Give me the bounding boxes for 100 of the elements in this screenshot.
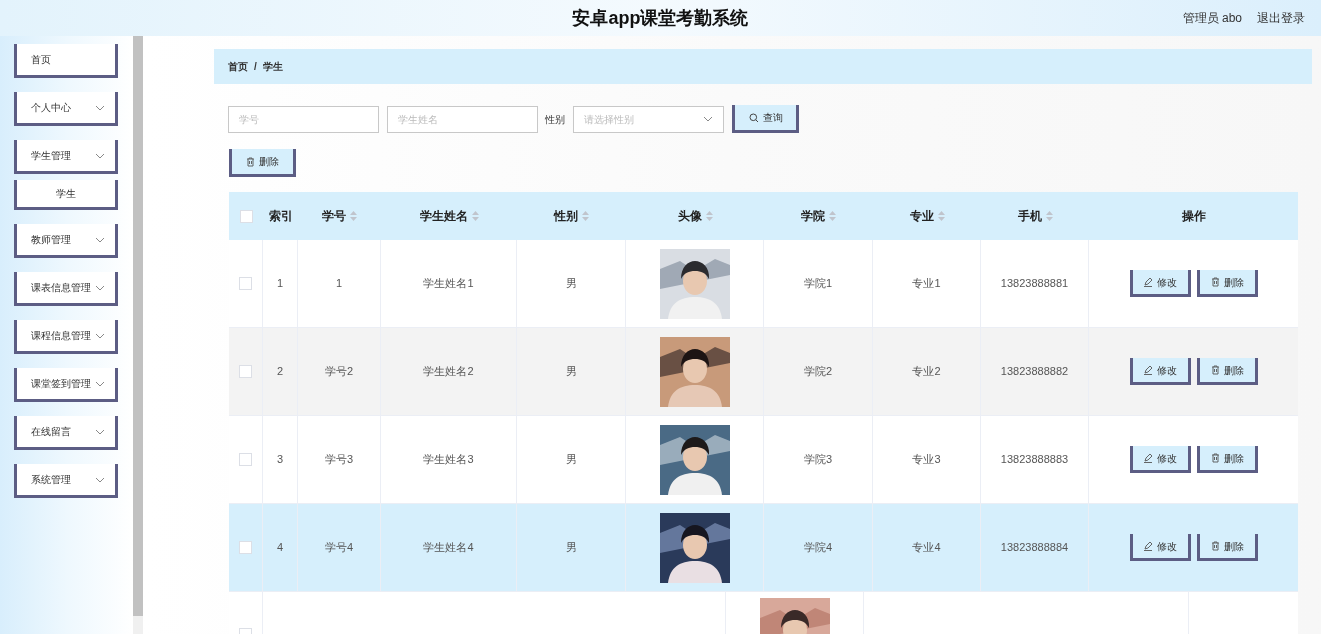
edit-button[interactable]: 修改	[1129, 446, 1191, 473]
column-header[interactable]: 专业	[909, 208, 945, 224]
checkbox[interactable]	[239, 453, 252, 466]
menu-item[interactable]: 课堂签到管理	[14, 368, 118, 402]
table-cell-text: 学生姓名4	[423, 540, 474, 556]
table-cell-text: 学院1	[803, 276, 833, 292]
sort-icon[interactable]	[582, 211, 589, 221]
scrollbar-thumb[interactable]	[133, 36, 143, 616]
chevron-down-icon	[95, 380, 105, 387]
table-cell-text: 13823888881	[1000, 276, 1069, 292]
trash-icon	[1210, 277, 1220, 287]
table-cell-text: 1	[276, 276, 284, 292]
student-id-field[interactable]: 学号	[228, 105, 379, 133]
column-header[interactable]: 手机	[1017, 208, 1053, 224]
pencil-icon	[1143, 365, 1153, 375]
sort-icon[interactable]	[829, 211, 836, 221]
chevron-down-icon	[703, 116, 713, 122]
table-cell-text: 专业1	[912, 276, 941, 292]
pencil-icon	[1143, 277, 1153, 287]
edit-button[interactable]: 修改	[1129, 358, 1191, 385]
menu-item[interactable]: 首页	[14, 44, 118, 78]
table-cell-text: 专业2	[912, 364, 941, 380]
sort-icon[interactable]	[937, 211, 945, 221]
menu-item[interactable]: 教师管理	[14, 224, 118, 258]
table-cell-text: 3	[276, 452, 284, 468]
delete-button[interactable]: 删除	[1196, 446, 1258, 473]
column-header: 索引	[268, 208, 293, 224]
table-row[interactable]: 1 1 学生姓名1 男 学院1 专业1 13823888881 修改 删除	[229, 240, 1298, 328]
delete-button[interactable]: 删除	[1196, 358, 1258, 385]
table-row[interactable]: 2 学号2 学生姓名2 男 学院2 专业2 13823888882 修改 删除	[229, 328, 1298, 416]
table-cell-text: 学院3	[803, 452, 833, 468]
delete-button[interactable]: 删除	[1196, 534, 1258, 561]
chevron-down-icon	[95, 236, 105, 243]
student-name-field[interactable]: 学生姓名	[387, 105, 538, 133]
pencil-icon	[1143, 541, 1153, 551]
table-cell-text: 13823888882	[1000, 364, 1069, 380]
table-cell-text: 学院4	[803, 540, 833, 556]
checkbox[interactable]	[239, 277, 252, 290]
logout-link[interactable]: 退出登录	[1257, 9, 1305, 27]
sort-icon[interactable]	[350, 211, 357, 221]
column-header: 操作	[1181, 208, 1206, 224]
chevron-down-icon	[95, 476, 105, 483]
chevron-down-icon	[95, 332, 105, 339]
menu-item[interactable]: 课程信息管理	[14, 320, 118, 354]
column-header[interactable]: 学号	[322, 208, 357, 224]
column-header[interactable]: 学院	[801, 208, 836, 224]
table-row[interactable]: 4 学号4 学生姓名4 男 学院4 专业4 13823888884 修改 删除	[229, 504, 1298, 592]
table-cell-text: 学生姓名2	[423, 364, 474, 380]
table-cell-text: 男	[565, 364, 577, 380]
menu-item[interactable]: 个人中心	[14, 92, 118, 126]
trash-icon	[1210, 453, 1220, 463]
table-cell-text: 专业4	[912, 540, 941, 556]
pencil-icon	[1143, 453, 1153, 463]
chevron-down-icon	[95, 428, 105, 435]
table-row[interactable]: 3 学号3 学生姓名3 男 学院3 专业3 13823888883 修改 删除	[229, 416, 1298, 504]
app-title: 安卓app课堂考勤系统	[572, 6, 749, 30]
trash-icon	[1210, 365, 1220, 375]
breadcrumb-separator: /	[254, 60, 257, 74]
column-header[interactable]: 性别	[554, 208, 589, 224]
table-cell-text: 学院2	[803, 364, 833, 380]
column-header[interactable]: 头像	[677, 208, 713, 224]
breadcrumb-item[interactable]: 首页	[228, 59, 248, 74]
table-cell-text: 学号4	[324, 540, 354, 556]
checkbox[interactable]	[239, 209, 253, 223]
table-cell-text: 4	[276, 540, 284, 556]
table-cell-text: 1	[335, 276, 343, 292]
delete-button[interactable]: 删除	[1196, 270, 1258, 297]
chevron-down-icon	[95, 152, 105, 159]
menu-item[interactable]: 学生管理	[14, 140, 118, 174]
table-cell-text: 学号2	[324, 364, 354, 380]
trash-icon	[1210, 541, 1220, 551]
column-header[interactable]: 学生姓名	[419, 208, 479, 224]
sort-icon[interactable]	[471, 211, 479, 221]
checkbox[interactable]	[239, 365, 252, 378]
table-cell-text: 男	[565, 540, 577, 556]
sort-icon[interactable]	[1045, 211, 1053, 221]
table-cell-text: 学生姓名1	[423, 276, 474, 292]
checkbox[interactable]	[239, 541, 252, 554]
submenu-item[interactable]: 学生	[14, 180, 118, 210]
table-cell-text: 男	[565, 276, 577, 292]
chevron-down-icon	[95, 284, 105, 291]
edit-button[interactable]: 修改	[1129, 534, 1191, 561]
edit-button[interactable]: 修改	[1129, 270, 1191, 297]
table-cell-text: 13823888883	[1000, 452, 1069, 468]
menu-item[interactable]: 在线留言	[14, 416, 118, 450]
delete-button[interactable]: 删除	[229, 149, 296, 177]
table-cell-text: 男	[565, 452, 577, 468]
table-cell-text: 专业3	[912, 452, 941, 468]
breadcrumb-item[interactable]: 学生	[262, 59, 283, 74]
chevron-down-icon	[95, 104, 105, 111]
menu-item[interactable]: 系统管理	[14, 464, 118, 498]
menu-item[interactable]: 课表信息管理	[14, 272, 118, 306]
user-name: 管理员 abo	[1182, 10, 1242, 27]
table-cell-text: 2	[276, 364, 284, 380]
query-button[interactable]: 查询	[732, 105, 799, 133]
trash-icon	[246, 156, 255, 167]
search-icon	[748, 112, 759, 123]
sort-icon[interactable]	[705, 211, 713, 221]
table-cell-text: 学生姓名3	[423, 452, 474, 468]
gender-label: 性别	[545, 112, 565, 127]
